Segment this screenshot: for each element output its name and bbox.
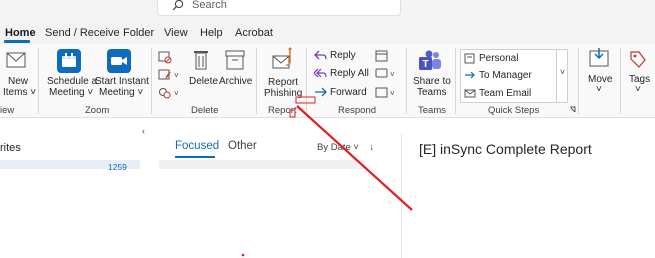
annotation-arrow (296, 105, 413, 211)
annotation-dot (241, 253, 245, 257)
annotation-marker (289, 109, 296, 118)
annotation-box (295, 96, 316, 104)
annotation-overlay (241, 96, 413, 257)
